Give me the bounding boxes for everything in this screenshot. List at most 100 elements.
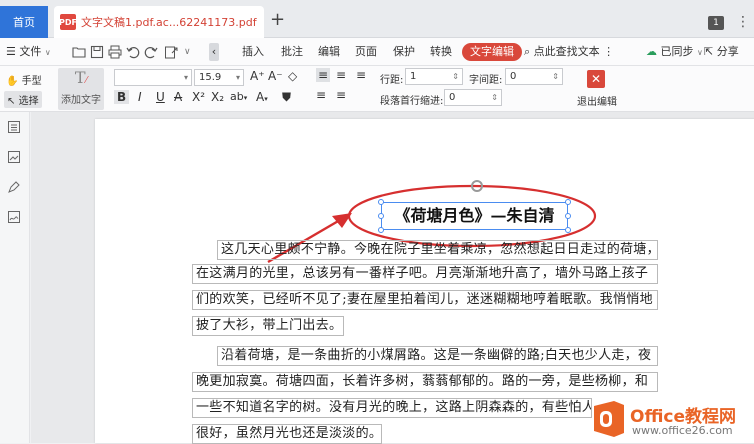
fill-color-icon[interactable]: ⛊	[282, 90, 291, 105]
annotation-icon[interactable]	[7, 180, 21, 194]
line-spacing-value: 1	[410, 71, 417, 82]
add-text-label: 添加文字	[61, 95, 101, 106]
highlight-color-button[interactable]: ab▾	[230, 90, 247, 103]
undo-icon[interactable]	[126, 45, 140, 59]
subscript-button[interactable]: X₂	[211, 90, 224, 104]
more-chevron-icon[interactable]: ∨	[184, 38, 191, 66]
menu-text-edit[interactable]: 文字编辑	[462, 43, 522, 61]
find-text-button[interactable]: ⌕ 点此查找文本 ⋮	[524, 38, 614, 66]
sync-button[interactable]: ☁ 已同步 ∨	[646, 38, 703, 66]
tab-document[interactable]: PDF 文字文稿1.pdf.ac...62241173.pdf	[54, 6, 264, 38]
align-right-icon[interactable]: ≡	[356, 68, 366, 82]
outline-icon[interactable]	[7, 120, 21, 134]
save-icon[interactable]	[90, 45, 104, 59]
font-family-select[interactable]: ▾	[114, 69, 192, 86]
tab-home-label: 首页	[13, 16, 35, 29]
cursor-icon: ↖	[7, 96, 16, 107]
resize-handle[interactable]	[378, 227, 384, 233]
text-line[interactable]: 很好，虽然月光也还是淡淡的。	[192, 424, 382, 444]
menu-edit[interactable]: 编辑	[318, 38, 340, 66]
resize-handle[interactable]	[565, 227, 571, 233]
hand-tool-label: 手型	[21, 76, 42, 87]
redo-icon[interactable]	[144, 45, 158, 59]
tab-document-title: 文字文稿1.pdf.ac...62241173.pdf	[81, 16, 257, 29]
more-options-icon: ⋮	[603, 45, 615, 58]
chevron-down-icon: ▾	[235, 73, 240, 82]
exit-edit-label[interactable]: 退出编辑	[577, 93, 617, 108]
spinner-icon: ⇕	[491, 93, 498, 102]
hand-tool-button[interactable]: ✋ 手型	[6, 72, 42, 87]
text-line[interactable]: 披了大衫，带上门出去。	[192, 316, 344, 336]
add-text-button[interactable]: T⁄ 添加文字	[58, 68, 104, 110]
text-line[interactable]: 沿着荷塘，是一条曲折的小煤屑路。这是一条幽僻的路;白天也少人走，夜	[217, 346, 658, 366]
italic-button[interactable]: I	[138, 90, 142, 104]
menu-file[interactable]: ☰ 文件 ∨	[6, 38, 51, 66]
print-icon[interactable]	[108, 45, 122, 59]
ribbon-toolbar: ✋ 手型 ↖ 选择 T⁄ 添加文字 ▾ 15.9 ▾ A⁺ A⁻ ◇ B I U …	[0, 66, 754, 112]
resize-handle[interactable]	[378, 213, 384, 219]
watermark: Office教程网 www.office26.com	[590, 398, 754, 443]
menu-bar: ☰ 文件 ∨ ∨ ‹ 插入 批注 编辑 页面 保护 转换 文字编辑 ⌕ 点此查找…	[0, 38, 754, 66]
grow-font-icon[interactable]: A⁺	[250, 69, 265, 83]
font-color-button[interactable]: A▾	[256, 90, 268, 104]
tab-bar: 首页 PDF 文字文稿1.pdf.ac...62241173.pdf + 1 ⋮	[0, 0, 754, 38]
align-left-icon[interactable]: ≡	[316, 68, 331, 82]
shrink-font-icon[interactable]: A⁻	[268, 69, 283, 83]
signature-icon[interactable]	[7, 210, 21, 224]
menu-page[interactable]: 页面	[355, 38, 377, 66]
menu-file-label: 文件	[19, 45, 42, 58]
spinner-icon: ⇕	[552, 72, 559, 81]
chevron-down-icon: ▾	[183, 73, 188, 82]
share-button[interactable]: ⇱ 分享	[704, 38, 739, 66]
watermark-url: www.office26.com	[632, 424, 733, 437]
font-size-select[interactable]: 15.9 ▾	[194, 69, 244, 86]
text-line[interactable]: 一些不知道名字的树。没有月光的晚上，这路上阴森森的，有些怕人。今晚	[192, 398, 592, 418]
menu-annotate[interactable]: 批注	[281, 38, 303, 66]
eraser-icon[interactable]: ◇	[288, 69, 297, 83]
chevron-down-icon: ∨	[44, 48, 51, 57]
open-folder-icon[interactable]	[72, 45, 86, 59]
share-icon: ⇱	[704, 45, 714, 58]
annotation-arrow-head	[332, 213, 352, 228]
strikethrough-button[interactable]: A	[174, 90, 182, 104]
pdf-file-icon: PDF	[59, 14, 77, 30]
line-spacing-input[interactable]: 1 ⇕	[405, 68, 463, 85]
superscript-button[interactable]: X²	[192, 90, 205, 104]
find-text-label: 点此查找文本	[533, 45, 600, 58]
window-menu-icon[interactable]: ⋮	[736, 14, 750, 30]
tab-home[interactable]: 首页	[0, 6, 48, 38]
select-tool-button[interactable]: ↖ 选择	[4, 91, 42, 108]
char-spacing-input[interactable]: 0 ⇕	[505, 68, 563, 85]
rotate-handle-icon[interactable]	[471, 180, 483, 192]
resize-handle[interactable]	[565, 213, 571, 219]
menu-protect[interactable]: 保护	[393, 38, 415, 66]
new-tab-button[interactable]: +	[270, 11, 285, 29]
underline-button[interactable]: U	[156, 90, 165, 104]
indent-input[interactable]: 0 ⇕	[444, 89, 502, 106]
justify-icon[interactable]: ≡	[316, 88, 326, 102]
share-label: 分享	[716, 45, 739, 58]
line-spacing-label: 行距:	[380, 75, 404, 86]
char-spacing-label: 字间距:	[469, 75, 503, 86]
select-tool-label: 选择	[18, 96, 39, 107]
distribute-icon[interactable]: ≡	[336, 88, 346, 102]
search-icon: ⌕	[524, 45, 531, 58]
text-line[interactable]: 晚更加寂寞。荷塘四面，长着许多树，蓊蓊郁郁的。路的一旁，是些杨柳，和	[192, 372, 658, 392]
exit-edit-icon[interactable]: ✕	[587, 70, 605, 88]
resize-handle[interactable]	[378, 199, 384, 205]
resize-handle[interactable]	[565, 199, 571, 205]
text-line[interactable]: 这几天心里颇不宁静。今晚在院子里坐着乘凉，忽然想起日日走过的荷塘，	[217, 240, 658, 260]
bold-button[interactable]: B	[114, 90, 130, 104]
page-count-badge[interactable]: 1	[708, 16, 724, 30]
thumbnail-icon[interactable]	[7, 150, 21, 164]
cloud-sync-icon: ☁	[646, 45, 657, 58]
collapse-left-icon[interactable]: ‹	[209, 43, 219, 61]
align-center-icon[interactable]: ≡	[336, 68, 346, 82]
text-line[interactable]: 们的欢笑，已经听不见了;妻在屋里拍着闰儿，迷迷糊糊地哼着眠歌。我悄悄地	[192, 290, 658, 310]
menu-convert[interactable]: 转换	[430, 38, 452, 66]
menu-insert[interactable]: 插入	[242, 38, 264, 66]
document-title[interactable]: 《荷塘月色》—朱自清	[381, 202, 568, 230]
text-line[interactable]: 在这满月的光里，总该另有一番样子吧。月亮渐渐地升高了，墙外马路上孩子	[192, 264, 658, 284]
export-icon[interactable]	[164, 45, 178, 59]
hand-icon: ✋	[6, 76, 19, 87]
